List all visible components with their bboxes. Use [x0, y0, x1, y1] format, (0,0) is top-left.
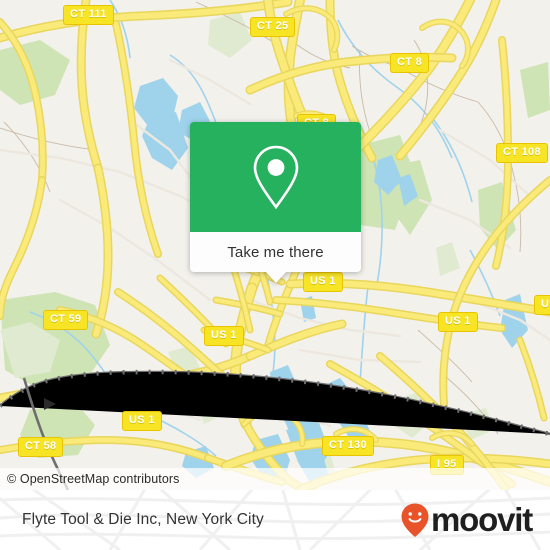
take-me-there-button[interactable]: Take me there: [190, 232, 361, 272]
moovit-map-screenshot: .wtr { fill:#9fd3ec; } .wtrline { fill:n…: [0, 0, 550, 550]
moovit-smiley-pin-icon: [401, 503, 429, 537]
moovit-wordmark: moovit: [431, 500, 533, 538]
road-shield[interactable]: US 1: [534, 295, 550, 315]
map-canvas[interactable]: .wtr { fill:#9fd3ec; } .wtrline { fill:n…: [0, 0, 550, 490]
moovit-brand-logo[interactable]: moovit: [400, 500, 533, 538]
location-popup-card[interactable]: Take me there: [190, 122, 361, 283]
road-shield[interactable]: CT 59: [43, 310, 89, 330]
attribution-text: © OpenStreetMap contributors: [7, 472, 180, 486]
map-pin-icon: [253, 145, 298, 210]
road-shield[interactable]: CT 58: [18, 437, 64, 457]
road-shield[interactable]: CT 8: [390, 53, 430, 73]
road-shield[interactable]: US 1: [438, 312, 478, 332]
popup-image-panel: [190, 122, 361, 232]
road-shield[interactable]: US 1: [204, 326, 244, 346]
road-shield[interactable]: CT 108: [496, 143, 548, 163]
road-shield[interactable]: US 1: [122, 411, 162, 431]
road-shield[interactable]: CT 25: [250, 17, 296, 37]
popup-pointer-tail: [264, 271, 287, 283]
page-title: Flyte Tool & Die Inc, New York City: [22, 511, 264, 528]
road-shield[interactable]: CT 111: [63, 5, 114, 25]
map-attribution-bar: © OpenStreetMap contributors: [0, 468, 550, 490]
road-shield[interactable]: CT 130: [322, 436, 374, 456]
footer-bar: Flyte Tool & Die Inc, New York City moov…: [0, 490, 550, 550]
road-shield[interactable]: US 1: [303, 272, 343, 292]
take-me-there-label: Take me there: [227, 243, 324, 261]
